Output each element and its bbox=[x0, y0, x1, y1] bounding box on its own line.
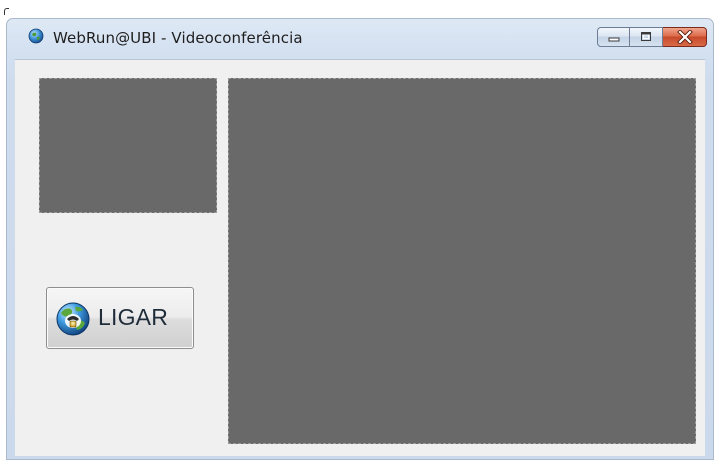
globe-icon bbox=[28, 28, 44, 44]
minimize-icon bbox=[608, 37, 619, 42]
window-title: WebRun@UBI - Videoconferência bbox=[53, 29, 303, 47]
screen: WebRun@UBI - Videoconferência LIGAR bbox=[0, 0, 714, 460]
maximize-button[interactable] bbox=[630, 27, 663, 47]
corner-mark bbox=[4, 8, 9, 15]
caption-buttons bbox=[597, 27, 707, 47]
window-client-area: LIGAR bbox=[15, 59, 705, 456]
title-bar[interactable]: WebRun@UBI - Videoconferência bbox=[7, 19, 713, 59]
globe-phone-icon bbox=[56, 302, 90, 336]
remote-video-panel bbox=[228, 78, 696, 444]
local-video-panel bbox=[39, 78, 217, 213]
call-button[interactable]: LIGAR bbox=[46, 287, 194, 349]
close-icon bbox=[676, 30, 693, 44]
call-button-label: LIGAR bbox=[98, 304, 169, 330]
app-window: WebRun@UBI - Videoconferência LIGAR bbox=[6, 18, 714, 460]
minimize-button[interactable] bbox=[597, 27, 630, 47]
maximize-icon bbox=[641, 32, 651, 41]
close-button[interactable] bbox=[663, 27, 707, 47]
